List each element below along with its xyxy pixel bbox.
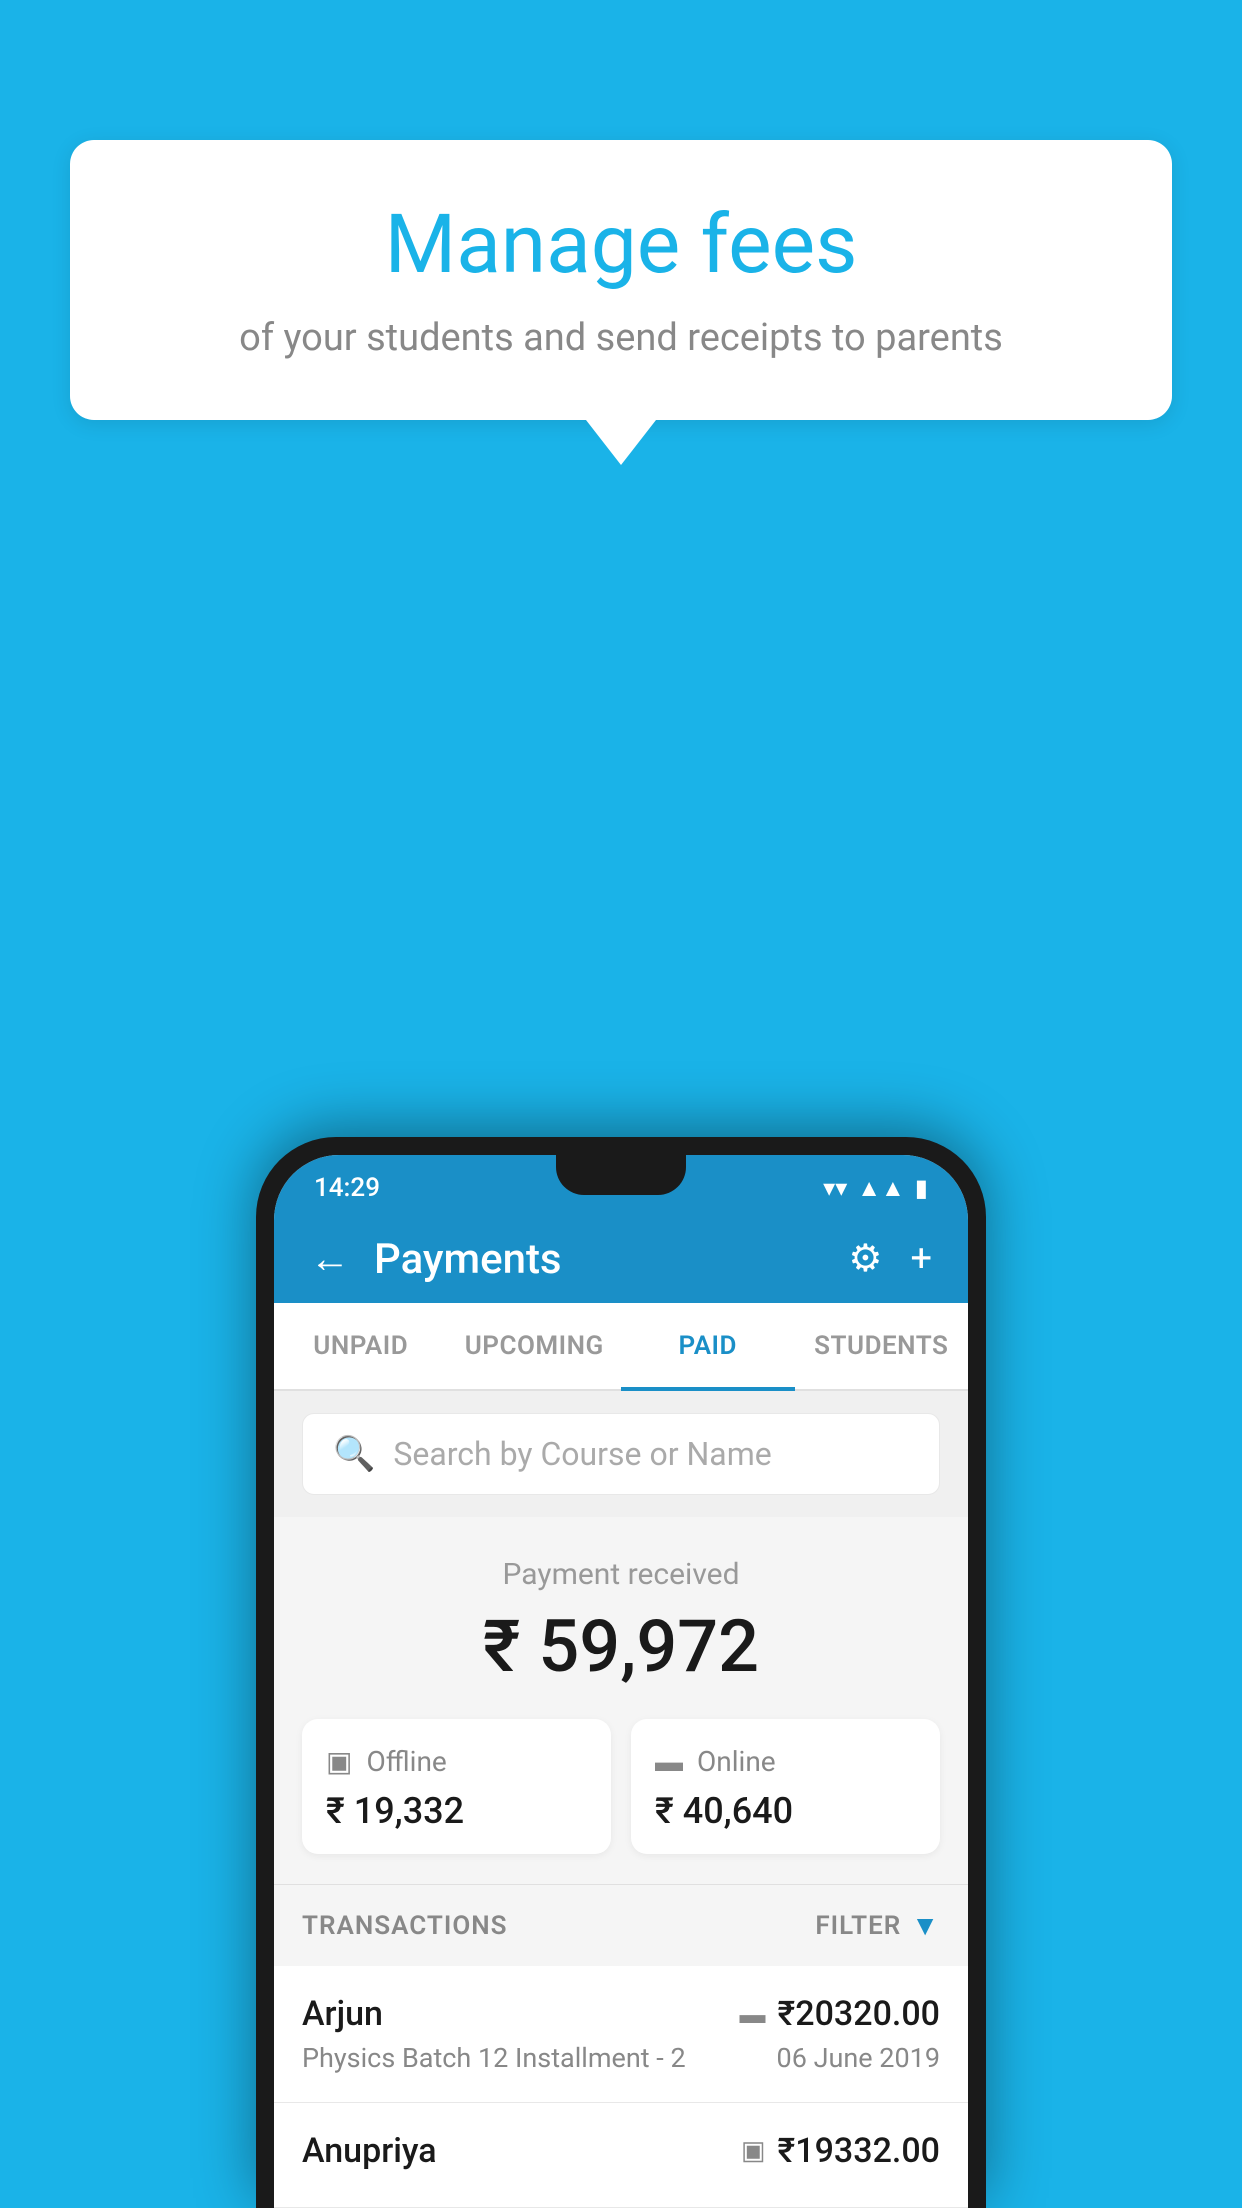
phone-inner: 14:29 ▾▾ ▲▲ ▮ ← Payments ⚙ + UNPAID UP (274, 1155, 968, 2208)
phone-container: 14:29 ▾▾ ▲▲ ▮ ← Payments ⚙ + UNPAID UP (256, 1137, 986, 2208)
speech-bubble: Manage fees of your students and send re… (70, 140, 1172, 420)
speech-bubble-container: Manage fees of your students and send re… (70, 140, 1172, 465)
tab-students[interactable]: STUDENTS (795, 1303, 969, 1389)
app-header: ← Payments ⚙ + (274, 1215, 968, 1303)
battery-icon: ▮ (915, 1174, 928, 1202)
offline-amount: ₹ 19,332 (326, 1790, 587, 1832)
phone-outer: 14:29 ▾▾ ▲▲ ▮ ← Payments ⚙ + UNPAID UP (256, 1137, 986, 2208)
payment-received-label: Payment received (302, 1557, 940, 1592)
transaction-row[interactable]: Arjun ▬ ₹20320.00 Physics Batch 12 Insta… (274, 1966, 968, 2103)
header-actions: ⚙ + (848, 1240, 932, 1278)
search-container: 🔍 Search by Course or Name (274, 1391, 968, 1517)
status-time: 14:29 (314, 1173, 380, 1203)
online-icon: ▬ (655, 1745, 683, 1778)
online-card-header: ▬ Online (655, 1745, 916, 1778)
settings-icon[interactable]: ⚙ (848, 1240, 882, 1278)
online-label: Online (697, 1745, 776, 1778)
tabs: UNPAID UPCOMING PAID STUDENTS (274, 1303, 968, 1391)
back-button[interactable]: ← (310, 1239, 350, 1279)
offline-payment-icon: ▣ (741, 2136, 766, 2166)
payment-total-amount: ₹ 59,972 (302, 1604, 940, 1689)
transaction-bottom: Physics Batch 12 Installment - 2 06 June… (302, 2042, 940, 2074)
phone-notch (556, 1155, 686, 1195)
transaction-amount: ₹19332.00 (778, 2131, 940, 2171)
online-payment-icon: ▬ (740, 1999, 766, 2030)
search-placeholder: Search by Course or Name (393, 1435, 771, 1473)
online-amount: ₹ 40,640 (655, 1790, 916, 1832)
speech-bubble-title: Manage fees (140, 200, 1102, 290)
transaction-course: Physics Batch 12 Installment - 2 (302, 2042, 686, 2074)
transactions-label: TRANSACTIONS (302, 1911, 508, 1941)
online-payment-card: ▬ Online ₹ 40,640 (631, 1719, 940, 1854)
transaction-name: Arjun (302, 1994, 383, 2034)
transaction-date: 06 June 2019 (777, 2042, 940, 2074)
filter-button[interactable]: FILTER ▼ (815, 1909, 940, 1942)
offline-card-header: ▣ Offline (326, 1745, 587, 1778)
signal-icon: ▲▲ (857, 1174, 905, 1203)
payment-summary: Payment received ₹ 59,972 ▣ Offline ₹ 19… (274, 1517, 968, 1884)
offline-icon: ▣ (326, 1745, 352, 1778)
transaction-top: Arjun ▬ ₹20320.00 (302, 1994, 940, 2034)
filter-icon: ▼ (911, 1909, 940, 1942)
offline-label: Offline (366, 1745, 446, 1778)
filter-label: FILTER (815, 1911, 901, 1941)
status-icons: ▾▾ ▲▲ ▮ (823, 1174, 928, 1203)
offline-payment-card: ▣ Offline ₹ 19,332 (302, 1719, 611, 1854)
wifi-icon: ▾▾ (823, 1174, 847, 1202)
header-title: Payments (374, 1235, 848, 1284)
transaction-name: Anupriya (302, 2131, 437, 2171)
transaction-amount-wrap: ▬ ₹20320.00 (740, 1994, 940, 2034)
tab-unpaid[interactable]: UNPAID (274, 1303, 448, 1389)
payment-cards: ▣ Offline ₹ 19,332 ▬ Online ₹ 40,640 (302, 1719, 940, 1854)
search-bar[interactable]: 🔍 Search by Course or Name (302, 1413, 940, 1495)
add-icon[interactable]: + (910, 1240, 932, 1278)
search-icon: 🔍 (333, 1434, 375, 1474)
transaction-row[interactable]: Anupriya ▣ ₹19332.00 (274, 2103, 968, 2208)
speech-bubble-subtitle: of your students and send receipts to pa… (140, 312, 1102, 365)
tab-paid[interactable]: PAID (621, 1303, 795, 1389)
speech-bubble-pointer (586, 420, 656, 465)
transaction-amount: ₹20320.00 (778, 1994, 940, 2034)
transactions-header: TRANSACTIONS FILTER ▼ (274, 1884, 968, 1966)
tab-upcoming[interactable]: UPCOMING (448, 1303, 622, 1389)
transaction-top: Anupriya ▣ ₹19332.00 (302, 2131, 940, 2171)
transaction-amount-wrap: ▣ ₹19332.00 (741, 2131, 940, 2171)
